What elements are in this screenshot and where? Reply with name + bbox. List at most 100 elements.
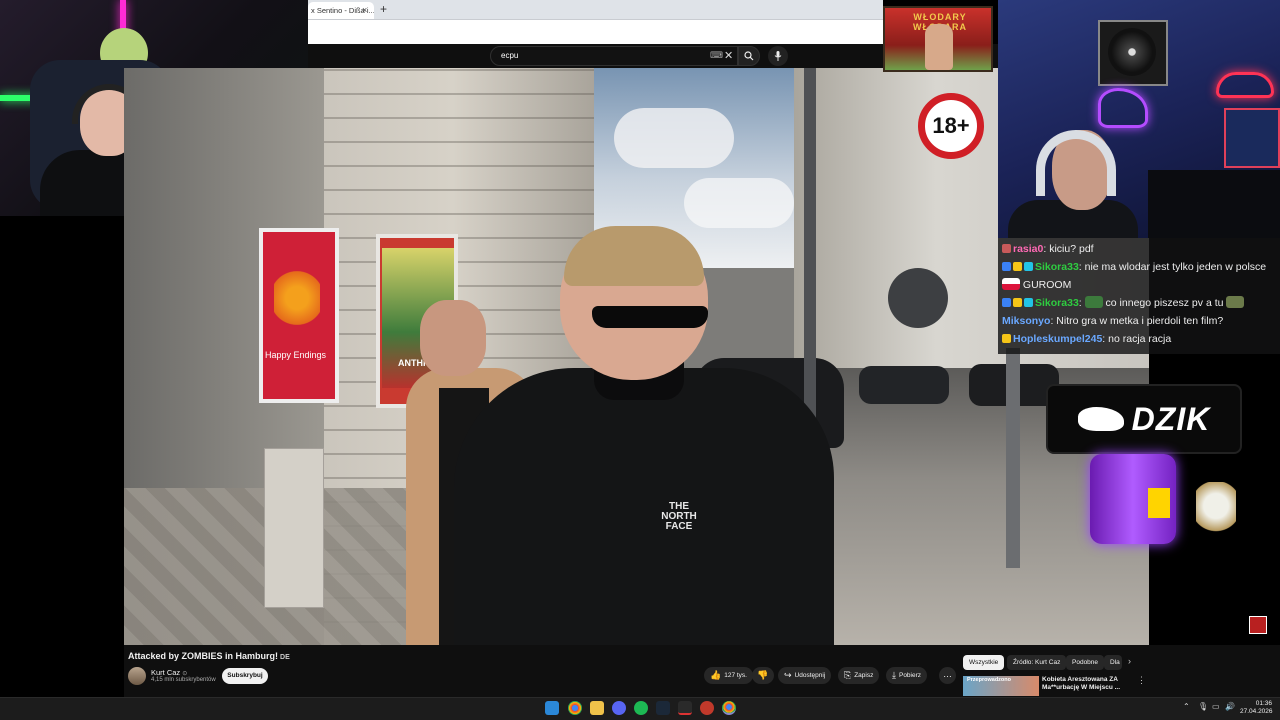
chat-username[interactable]: Sikora33 [1035,261,1079,273]
clock[interactable]: 01:36 27.04.2026 [1240,700,1273,716]
chip-for-you[interactable]: Dla [1104,655,1122,670]
badge-icon [1013,298,1022,307]
channel-name-text: Kurt Caz [151,668,181,677]
network-icon[interactable]: ▭ [1212,702,1220,711]
chat-message: Miksonyo: Nitro gra w metka i pierdoli t… [1002,315,1224,327]
chip-all[interactable]: Wszystkie [963,655,1005,670]
like-button[interactable]: 👍 127 tys. [704,667,753,684]
keyboard-icon[interactable]: ⌨ [710,50,723,61]
clear-search-icon[interactable]: ✕ [724,49,733,62]
chat-message: Sikora33: nie ma wlodar jest tylko jeden… [1002,258,1276,276]
chat-username[interactable]: Sikora33 [1035,297,1079,309]
jacket-logo: THE NORTH FACE [661,501,697,532]
chip-related[interactable]: Podobne [1066,655,1105,670]
search-button[interactable] [738,46,760,66]
video-title-text: Attacked by ZOMBIES in Hamburg! [128,651,279,661]
dzik-sponsor-logo: DZIK [1046,384,1242,454]
share-icon: ↪ [784,670,792,680]
channel-avatar[interactable] [128,667,146,685]
badge-icon [1002,298,1011,307]
badge-icon [1013,262,1022,271]
badge-icon [1024,262,1033,271]
can-logo [1148,488,1170,518]
search-icon [744,51,754,61]
microphone-icon[interactable]: 🎙 [1198,702,1208,711]
browser-tab-bar: x Sentino - Dißa i... × + [308,0,883,20]
person-hair [564,226,704,286]
browser-page-area [308,20,883,44]
chat-message: Sikora33: co innego piszesz pv a tu [1002,294,1276,312]
street-pole [1006,348,1020,568]
browser-tab[interactable]: x Sentino - Dißa i... × [308,2,374,19]
poster-flower [274,268,320,328]
voice-search-button[interactable] [768,46,788,66]
vinyl-disc [1108,28,1156,76]
file-explorer-icon[interactable] [590,701,604,715]
age-restriction-badge: 18+ [918,93,984,159]
chat-text: Nitro gra w metka i pierdoli ten film? [1056,315,1224,327]
video-title: Attacked by ZOMBIES in Hamburg! DE [128,651,290,661]
chat-username[interactable]: Miksonyo [1002,315,1050,327]
banner-figure [925,24,953,70]
steam-icon[interactable] [656,701,670,715]
badge-icon [1002,334,1011,343]
recommendation-thumbnail[interactable]: Przeprowadzono [963,676,1039,696]
thumbs-up-icon: 👍 [710,670,722,680]
obs-icon[interactable] [700,701,714,715]
app-icon[interactable] [678,701,692,715]
neon-panther-sign [1098,88,1148,128]
bookmark-icon: ⎘ [844,670,852,680]
tray-chevron-icon[interactable]: ⌃ [1183,702,1190,711]
subscriber-count: 4,15 mln subskrybentów [151,677,216,683]
recommendation-title[interactable]: Kobieta Aresztowana ZA Ma**urbację W Mie… [1042,676,1132,692]
dzik-logo-text: DZIK [1131,400,1211,437]
goat-mascot [1196,482,1236,542]
chat-text: kiciu? pdf [1049,243,1094,255]
utility-box [264,448,324,608]
boar-icon [1077,407,1124,431]
download-button[interactable]: ⤓ Pobierz [886,667,928,684]
chat-message-continued: GUROOM [1002,276,1276,294]
new-tab-button[interactable]: + [380,2,387,16]
discord-icon[interactable] [612,701,626,715]
parked-car [859,366,949,404]
emote-icon [1084,296,1103,308]
more-actions-button[interactable]: … [939,667,956,684]
mic-icon [774,51,782,61]
chat-username[interactable]: Hopleskumpel245 [1013,333,1102,345]
chrome-icon[interactable] [722,701,736,715]
more-vertical-icon[interactable]: ⋮ [1137,675,1146,686]
person-head [420,300,486,376]
shelf [1224,108,1280,168]
badge-icon [1002,262,1011,271]
channel-name[interactable]: Kurt Caz ⊙ [151,668,187,677]
chevron-right-icon[interactable]: › [1128,656,1131,666]
download-label: Pobierz [898,672,922,679]
search-value: ecpu [501,51,519,60]
emote-icon [1226,296,1245,308]
dislike-button[interactable]: 👎 [752,667,774,684]
search-input[interactable]: ecpu ⌨ ✕ [490,46,738,66]
cloud [684,178,794,228]
thumbs-down-icon: 👎 [757,670,769,680]
volume-icon[interactable]: 🔊 [1225,702,1235,711]
wlodary-banner: WŁODARY WŁODARA [883,6,993,72]
badge-icon [1024,298,1033,307]
stream-chat: rasia0: kiciu? pdf Sikora33: nie ma wlod… [998,238,1280,354]
subscribe-button[interactable]: Subskrybuj [222,668,268,684]
spotify-icon[interactable] [634,701,648,715]
chat-text: nie ma wlodar jest tylko jeden w polsce [1084,261,1267,273]
video-player[interactable]: Happy Endings ANTHRO THE NORTH FACE [124,68,1149,645]
clock-date: 27.04.2026 [1240,708,1273,715]
windows-start-icon[interactable] [545,701,559,715]
chat-username[interactable]: rasia0 [1013,243,1043,255]
chip-source[interactable]: Źródło: Kurt Caz [1007,655,1067,670]
chrome-icon[interactable] [568,701,582,715]
close-icon[interactable]: × [362,5,367,15]
poster-text: Happy Endings [265,350,327,360]
cloud [614,108,734,168]
poland-flag-emote [1002,278,1020,290]
chat-text: co innego piszesz pv a tu [1105,297,1224,309]
share-button[interactable]: ↪ Udostępnij [778,667,832,684]
save-button[interactable]: ⎘ Zapisz [838,667,880,684]
